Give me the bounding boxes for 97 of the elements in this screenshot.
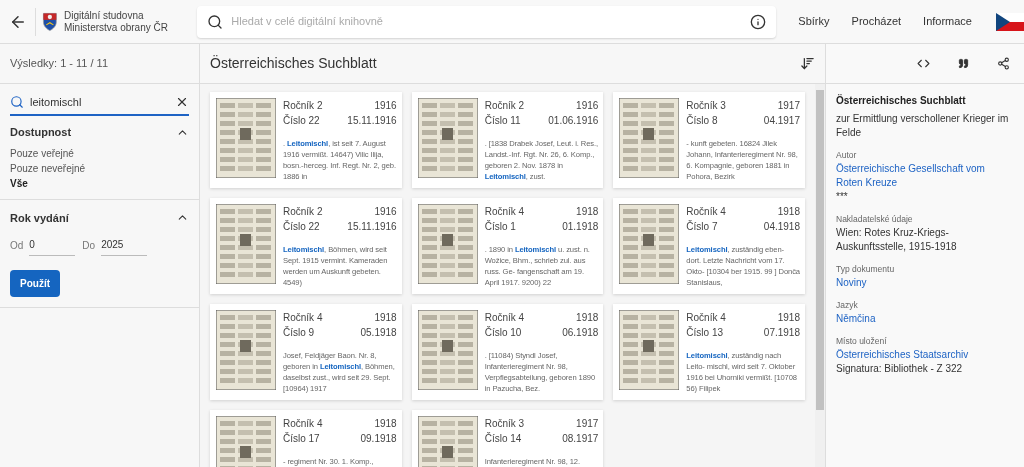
volume-label: Ročník 2 — [484, 99, 525, 113]
year-label: 1917 — [576, 417, 599, 431]
issue-label: Číslo 8 — [686, 113, 718, 128]
field-value: Signatura: Bibliothek - Z 322 — [836, 362, 964, 376]
issue-label: Číslo 10 — [484, 325, 522, 340]
code-icon[interactable] — [917, 57, 930, 70]
to-label: Do — [82, 238, 96, 253]
from-label: Od — [10, 238, 24, 253]
date-label: 09.1918 — [360, 432, 397, 446]
query-input[interactable]: leitomischl — [30, 93, 169, 111]
field-link[interactable]: Österreichische Gesellschaft vom Roten Kreuze — [836, 162, 1014, 190]
date-label: 06.1918 — [562, 326, 599, 340]
date-label: 05.1918 — [360, 326, 397, 340]
sort-icon[interactable] — [800, 56, 815, 71]
field-link[interactable]: Österreichisches Staatsarchiv — [836, 348, 1014, 362]
field-value: Wien: Rotes Kruz-Kriegs-Auskunftsstelle, 1915-1918 — [836, 226, 958, 254]
field-label: Typ dokumentu — [836, 263, 896, 276]
date-label: 08.1917 — [562, 432, 599, 446]
newspaper-thumbnail[interactable] — [216, 98, 276, 178]
year-label: 1918 — [374, 417, 397, 431]
volume-label: Ročník 4 — [283, 417, 323, 431]
volume-label: Ročník 3 — [484, 417, 525, 431]
detail-title: Österreichisches Suchblatt — [836, 94, 967, 108]
volume-label: Ročník 4 — [484, 311, 525, 325]
issue-label: Číslo 7 — [686, 219, 718, 234]
field-link[interactable]: Noviny — [836, 276, 1014, 290]
field-link[interactable]: Němčina — [836, 312, 1014, 326]
flag-icon[interactable] — [996, 12, 1024, 31]
date-label: 01.06.1916 — [548, 114, 599, 128]
newspaper-thumbnail[interactable] — [619, 98, 680, 178]
year-to-field[interactable]: 2025 — [101, 234, 148, 256]
filter-heading: Dostupnost — [10, 125, 72, 140]
volume-label: Ročník 2 — [283, 99, 323, 113]
issue-label: Číslo 9 — [283, 325, 315, 340]
share-icon[interactable] — [997, 57, 1010, 70]
filter-option[interactable]: Pouze veřejné — [10, 146, 189, 161]
clear-icon[interactable] — [175, 95, 189, 109]
issue-label: Číslo 22 — [283, 113, 320, 128]
search-icon — [207, 13, 224, 30]
year-label: 1918 — [777, 205, 800, 219]
date-label: 01.1918 — [562, 220, 599, 234]
field-label: Místo uložení — [836, 335, 888, 348]
newspaper-thumbnail[interactable] — [216, 204, 276, 284]
results-title: Österreichisches Suchblatt — [210, 54, 377, 73]
field-label: Jazyk — [836, 299, 859, 312]
year-label: 1916 — [576, 99, 599, 113]
field-label: Nakladatelské údaje — [836, 213, 914, 226]
apply-button[interactable]: Použít — [10, 270, 60, 297]
volume-label: Ročník 4 — [283, 311, 323, 325]
newspaper-thumbnail[interactable] — [619, 310, 680, 390]
newspaper-thumbnail[interactable] — [417, 204, 478, 284]
volume-label: Ročník 4 — [686, 311, 726, 325]
quote-icon[interactable] — [958, 58, 969, 69]
date-label: 15.11.1916 — [347, 220, 397, 234]
year-label: 1918 — [374, 311, 397, 325]
issue-label: Číslo 14 — [484, 431, 522, 446]
year-label: 1918 — [576, 311, 599, 325]
field-value: *** — [836, 190, 849, 204]
newspaper-thumbnail[interactable] — [417, 98, 478, 178]
nav-link[interactable]: Sbírky — [798, 13, 830, 30]
newspaper-thumbnail[interactable] — [417, 310, 478, 390]
year-label: 1916 — [374, 99, 397, 113]
filter-option[interactable]: Pouze neveřejné — [10, 161, 189, 176]
newspaper-thumbnail[interactable] — [216, 310, 276, 390]
volume-label: Ročník 4 — [484, 205, 525, 219]
site-name[interactable]: Digitální studovna Ministerstva obrany ČR — [64, 9, 198, 34]
filter-heading: Rok vydání — [10, 210, 69, 226]
results-count: Výsledky: 1 - 11 / 11 — [10, 56, 109, 72]
filter-option[interactable]: Vše — [10, 176, 189, 191]
search-input[interactable]: Hledat v celé digitální knihovně — [231, 13, 743, 30]
field-label: Autor — [836, 149, 858, 162]
year-label: 1918 — [777, 311, 800, 325]
year-from-field[interactable]: 0 — [29, 234, 76, 256]
nav-link[interactable]: Informace — [923, 13, 972, 30]
filter-search-field[interactable]: leitomischl — [10, 90, 189, 116]
date-label: 04.1918 — [763, 220, 800, 234]
volume-label: Ročník 4 — [686, 205, 726, 219]
issue-label: Číslo 1 — [484, 219, 516, 234]
year-label: 1918 — [576, 205, 599, 219]
search-field[interactable]: Hledat v celé digitální knihovně — [197, 5, 777, 38]
volume-label: Ročník 2 — [283, 205, 323, 219]
issue-label: Číslo 11 — [484, 113, 521, 128]
year-label: 1916 — [374, 205, 397, 219]
issue-label: Číslo 22 — [283, 219, 320, 234]
info-icon[interactable] — [750, 13, 767, 30]
date-label: 07.1918 — [763, 326, 800, 340]
issue-label: Číslo 17 — [283, 431, 320, 446]
detail-subtitle: zur Ermittlung verschollener Krieger im Felde — [836, 112, 1010, 140]
newspaper-thumbnail[interactable] — [619, 204, 680, 284]
date-label: 04.1917 — [763, 114, 800, 128]
year-label: 1917 — [777, 99, 800, 113]
date-label: 15.11.1916 — [347, 114, 397, 128]
scrollbar[interactable] — [815, 84, 825, 467]
nav-link[interactable]: Procházet — [851, 13, 902, 30]
volume-label: Ročník 3 — [686, 99, 726, 113]
issue-label: Číslo 13 — [686, 325, 723, 340]
search-icon — [10, 95, 24, 109]
